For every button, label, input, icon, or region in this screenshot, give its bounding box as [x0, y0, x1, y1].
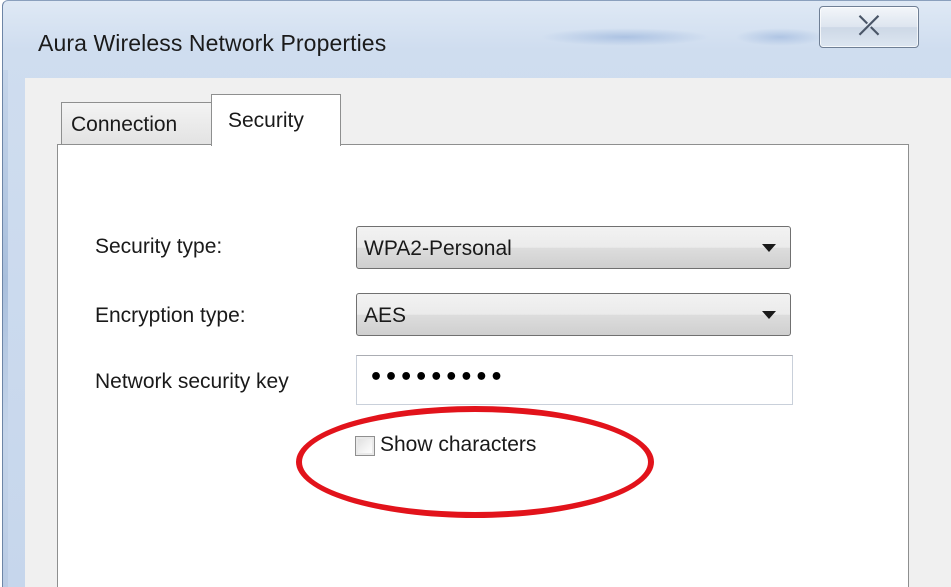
- tab-security[interactable]: Security: [211, 94, 341, 146]
- encryption-type-dropdown[interactable]: AES: [356, 293, 791, 336]
- screenshot-stage: Aura Wireless Network Properties ⤫ Conne…: [0, 0, 951, 587]
- security-type-dropdown[interactable]: WPA2-Personal: [356, 226, 791, 269]
- encryption-type-value: AES: [364, 304, 407, 327]
- titlebar-glass-blur: [735, 28, 825, 46]
- network-security-key-field[interactable]: •••••••••: [356, 355, 793, 405]
- encryption-type-label: Encryption type:: [95, 304, 246, 327]
- window-title: Aura Wireless Network Properties: [38, 30, 387, 56]
- tab-connection[interactable]: Connection: [61, 102, 213, 144]
- close-button[interactable]: ⤫: [819, 6, 919, 48]
- titlebar-glass-blur: [540, 28, 710, 46]
- security-type-label: Security type:: [95, 235, 223, 258]
- chevron-down-icon: [762, 311, 776, 319]
- window-left-edge: [3, 70, 8, 587]
- red-highlight-ellipse: [296, 406, 654, 518]
- security-type-value: WPA2-Personal: [364, 237, 512, 260]
- network-security-key-label: Network security key: [95, 370, 289, 393]
- security-tab-page: Security type: WPA2-Personal Encryption …: [57, 144, 909, 587]
- masked-key-value: •••••••••: [369, 365, 505, 390]
- chevron-down-icon: [762, 244, 776, 252]
- close-icon: ⤫: [858, 11, 880, 41]
